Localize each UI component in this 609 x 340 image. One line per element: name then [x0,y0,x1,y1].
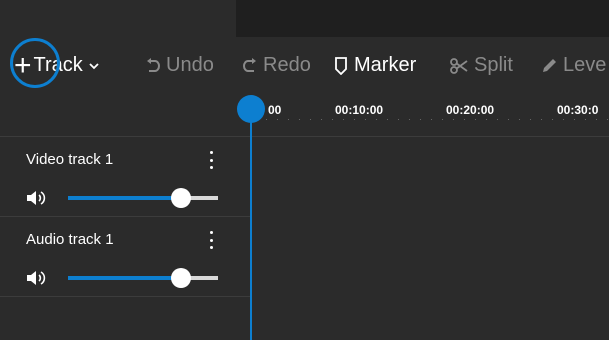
ruler-tick-label: 00 [268,103,282,117]
ruler-tick-label: 00:10:00 [335,103,384,117]
track-name: Video track 1 [26,151,114,168]
ruler-tick-label: 00:30:0 [557,103,599,117]
track-header-panel: Video track 1 Audio track 1 [0,136,250,340]
level-label: Leve [563,54,607,76]
top-bar [0,0,609,37]
top-bar-right-area [236,0,609,37]
add-track-button[interactable]: + Track [14,37,99,94]
marker-icon [334,56,348,75]
volume-slider-fill [68,276,181,280]
undo-button[interactable]: Undo [146,37,214,94]
track-header-video: Video track 1 [0,136,250,216]
editor-toolbar: + Track Undo Redo Marker Split Leve [0,37,609,94]
volume-icon[interactable] [26,189,48,207]
level-button[interactable]: Leve [541,37,606,94]
chevron-down-icon[interactable] [89,59,99,73]
undo-icon [146,57,160,75]
marker-button[interactable]: Marker [334,37,416,94]
split-button[interactable]: Split [450,37,513,94]
volume-slider-fill [68,196,181,200]
playhead-handle[interactable] [237,95,265,123]
redo-label: Redo [263,54,311,76]
ruler-tick-marks [250,119,609,120]
pencil-icon [541,58,557,74]
volume-icon[interactable] [26,269,48,287]
redo-button[interactable]: Redo [243,37,311,94]
volume-slider[interactable] [68,188,218,208]
playhead-line[interactable] [250,110,252,340]
volume-slider[interactable] [68,268,218,288]
ruler-tick-label: 00:20:00 [446,103,495,117]
redo-icon [243,57,257,75]
timeline-ruler[interactable]: 00 00:10:00 00:20:00 00:30:0 [250,94,609,130]
track-name: Audio track 1 [26,231,114,248]
scissors-icon [450,57,468,75]
add-track-label: Track [33,54,83,76]
split-label: Split [474,54,513,76]
track-menu-icon[interactable] [204,231,218,249]
track-panel-bottom-border [0,296,250,297]
marker-label: Marker [354,54,417,76]
undo-label: Undo [166,54,214,76]
volume-slider-thumb[interactable] [170,188,191,208]
track-menu-icon[interactable] [204,151,218,169]
track-header-audio: Audio track 1 [0,216,250,296]
plus-icon: + [14,48,32,82]
volume-slider-thumb[interactable] [170,268,191,288]
